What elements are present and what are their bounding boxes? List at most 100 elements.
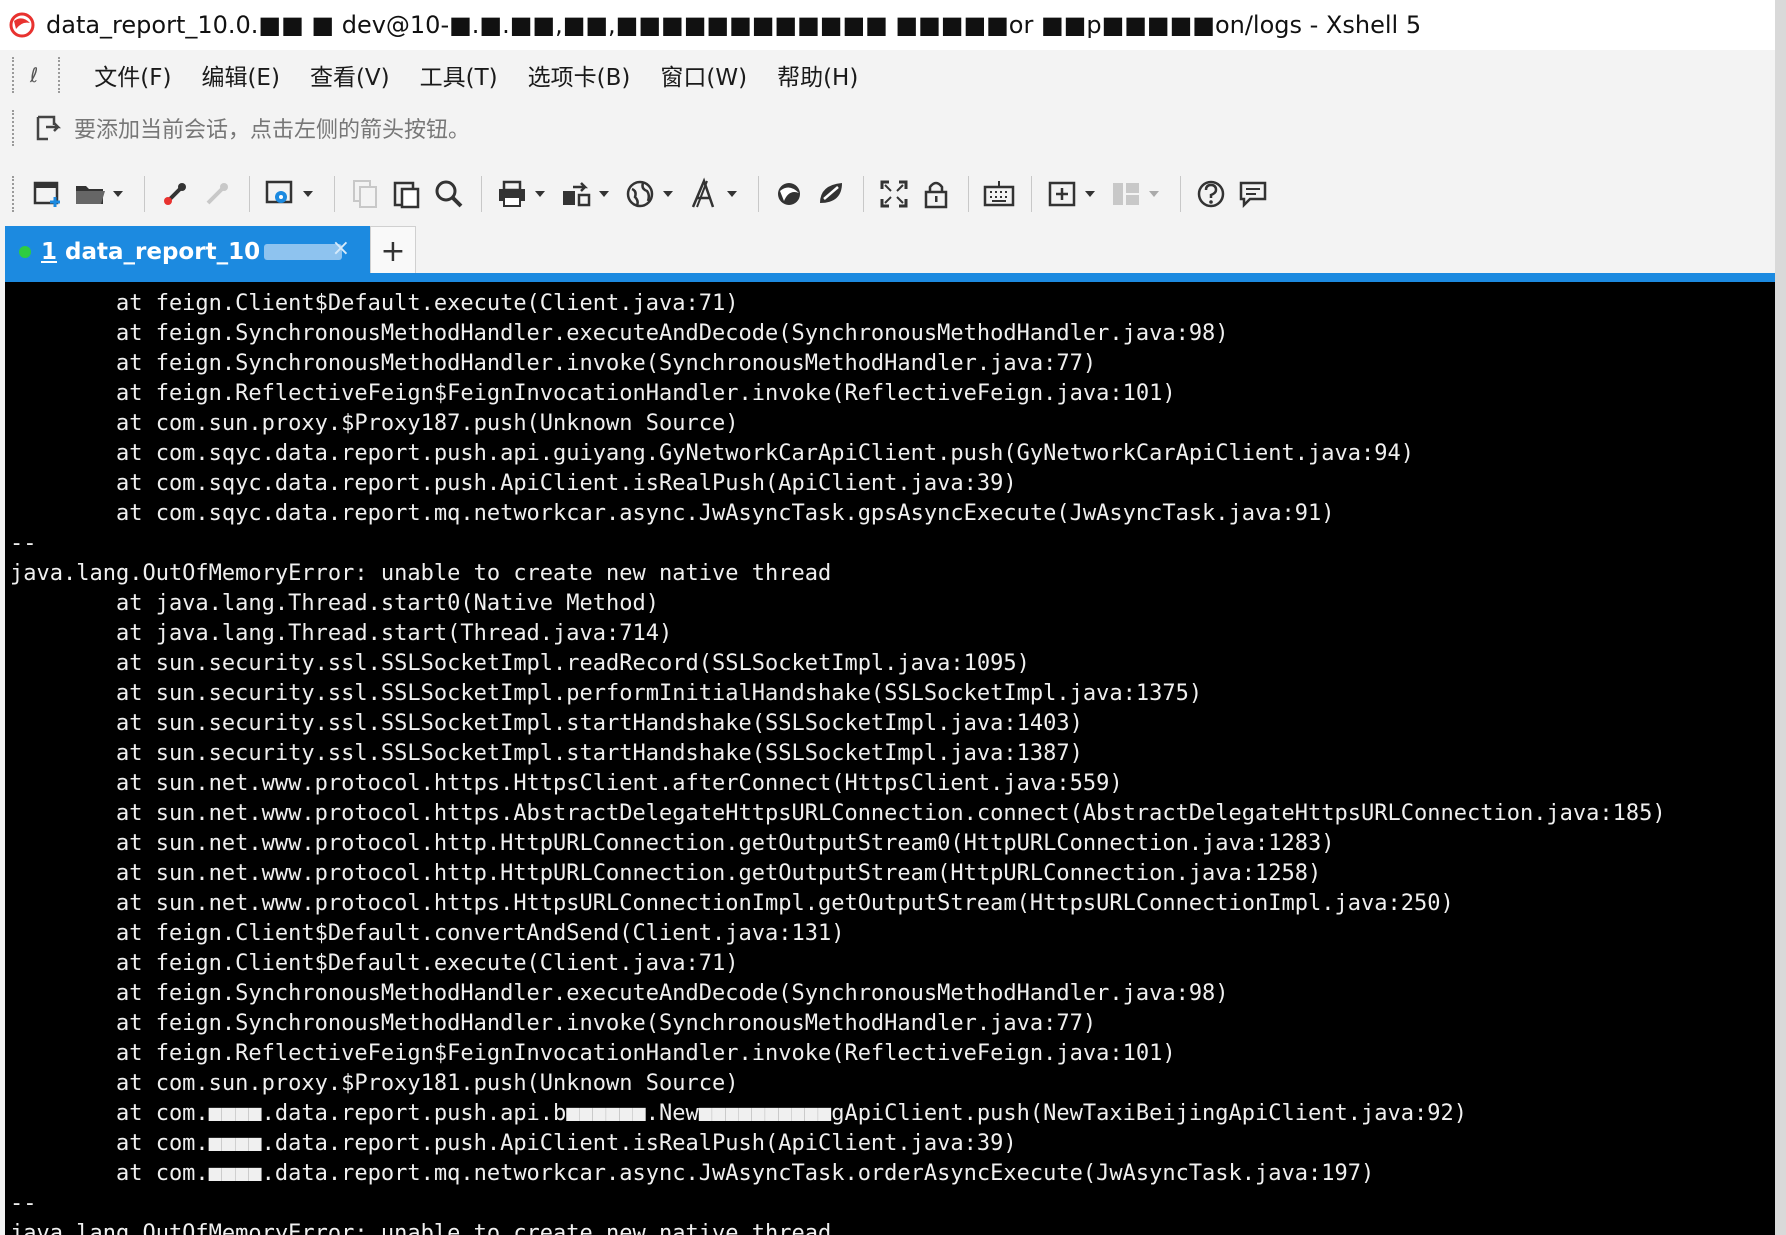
terminal-line: at feign.ReflectiveFeign$FeignInvocation… [10,1041,1176,1066]
open-dropdown-icon[interactable] [112,172,126,216]
feedback-icon[interactable] [1233,172,1273,216]
terminal-line: at com.■■■■.data.report.push.api.b■■■■■■… [10,1101,1467,1126]
terminal-line: at feign.Client$Default.execute(Client.j… [10,291,739,316]
terminal-line: -- [10,1191,37,1216]
add-compose-icon[interactable] [1042,172,1082,216]
terminal-line: at sun.security.ssl.SSLSocketImpl.perfor… [10,681,1203,706]
terminal-line: at com.sun.proxy.$Proxy187.push(Unknown … [10,411,739,436]
menu-help[interactable]: 帮助(H) [765,54,870,96]
print-icon[interactable] [492,172,532,216]
terminal-line: at sun.net.www.protocol.https.HttpsURLCo… [10,891,1454,916]
terminal-line: -- [10,531,37,556]
terminal-line: at feign.SynchronousMethodHandler.execut… [10,321,1229,346]
terminal-line: at com.■■■■.data.report.mq.networkcar.as… [10,1161,1375,1186]
terminal-view[interactable]: at feign.Client$Default.execute(Client.j… [5,282,1775,1235]
globe-icon[interactable] [620,172,660,216]
disconnect-icon[interactable] [197,172,237,216]
terminal-line: at sun.net.www.protocol.https.HttpsClien… [10,771,1123,796]
transfer-icon[interactable] [556,172,596,216]
menu-file[interactable]: 文件(F) [82,54,183,96]
add-compose-dropdown-icon[interactable] [1084,172,1098,216]
terminal-line: at java.lang.Thread.start(Thread.java:71… [10,621,673,646]
terminal-line: at com.sqyc.data.report.push.ApiClient.i… [10,471,1017,496]
paste-icon[interactable] [387,172,427,216]
menu-tools[interactable]: 工具(T) [408,54,510,96]
terminal-line: at com.sun.proxy.$Proxy181.push(Unknown … [10,1071,739,1096]
copy-icon[interactable] [345,172,385,216]
open-folder-icon[interactable] [70,172,110,216]
keyboard-icon[interactable] [979,172,1019,216]
xagent-icon[interactable] [811,172,851,216]
toolbar [0,166,1780,222]
terminal-line: at feign.SynchronousMethodHandler.invoke… [10,1011,1097,1036]
toolbar-separator [144,176,145,212]
terminal-line: java.lang.OutOfMemoryError: unable to cr… [10,1221,832,1235]
xshell-window: data_report_10.0.■■ ■ dev@10-■.■.■■,■■,■… [0,0,1780,1235]
menubar-grip-2[interactable] [58,57,62,93]
terminal-line: at com.sqyc.data.report.push.api.guiyang… [10,441,1414,466]
terminal-line: at feign.SynchronousMethodHandler.invoke… [10,351,1097,376]
terminal-line: at java.lang.Thread.start0(Native Method… [10,591,660,616]
properties-dropdown-icon[interactable] [302,172,316,216]
session-tab-name: data_report_10 [65,238,261,265]
layout-icon[interactable] [1106,172,1146,216]
font-icon[interactable] [684,172,724,216]
transfer-dropdown-icon[interactable] [598,172,612,216]
toolbar-separator [1031,176,1032,212]
close-tab-icon[interactable]: × [332,236,350,261]
menubar-grip[interactable] [12,57,16,93]
menu-edit[interactable]: 编辑(E) [189,54,291,96]
quick-command-label[interactable]: ℓ [30,63,38,87]
xftp-icon[interactable] [769,172,809,216]
tab-underline [5,273,1775,282]
terminal-line: at sun.net.www.protocol.http.HttpURLConn… [10,861,1322,886]
terminal-line: at feign.Client$Default.convertAndSend(C… [10,921,845,946]
terminal-line: at sun.security.ssl.SSLSocketImpl.startH… [10,741,1083,766]
tab-bar: 1 data_report_10 × + [0,226,1780,277]
new-session-icon[interactable] [28,172,68,216]
terminal-line: at sun.security.ssl.SSLSocketImpl.readRe… [10,651,1030,676]
toolbar-separator [481,176,482,212]
session-hint-text: 要添加当前会话，点击左侧的箭头按钮。 [74,118,471,143]
desktop-background [1775,0,1786,1235]
terminal-line: at sun.net.www.protocol.https.AbstractDe… [10,801,1666,826]
toolbar-separator [758,176,759,212]
new-tab-button[interactable]: + [370,226,416,276]
session-tab[interactable]: 1 data_report_10 × [5,226,370,277]
font-dropdown-icon[interactable] [726,172,740,216]
menu-bar: ℓ 文件(F) 编辑(E) 查看(V) 工具(T) 选项卡(B) 窗口(W) 帮… [0,50,1780,100]
terminal-line: java.lang.OutOfMemoryError: unable to cr… [10,561,832,586]
terminal-output: at feign.Client$Default.execute(Client.j… [10,289,1666,1235]
title-bar: data_report_10.0.■■ ■ dev@10-■.■.■■,■■,■… [0,0,1780,50]
redacted-text [264,243,343,260]
connect-icon[interactable] [155,172,195,216]
help-icon[interactable] [1191,172,1231,216]
toolbar-separator [1180,176,1181,212]
xshell-logo-icon [9,12,35,38]
lock-icon[interactable] [916,172,956,216]
fullscreen-icon[interactable] [874,172,914,216]
window-title: data_report_10.0.■■ ■ dev@10-■.■.■■,■■,■… [46,11,1422,39]
add-session-arrow-icon[interactable] [34,113,64,143]
session-tab-index: 1 [41,238,58,265]
menu-window[interactable]: 窗口(W) [648,54,759,96]
session-bar: 要添加当前会话，点击左侧的箭头按钮。 [0,100,1780,156]
menu-view[interactable]: 查看(V) [298,54,402,96]
connection-status-icon [19,245,31,258]
menu-tabs[interactable]: 选项卡(B) [516,54,643,96]
terminal-line: at feign.SynchronousMethodHandler.execut… [10,981,1229,1006]
terminal-line: at feign.Client$Default.execute(Client.j… [10,951,739,976]
toolbar-separator [249,176,250,212]
find-icon[interactable] [429,172,469,216]
toolbar-separator [334,176,335,212]
sessionbar-grip[interactable] [12,110,16,146]
toolbar-separator [863,176,864,212]
toolbar-separator [968,176,969,212]
properties-icon[interactable] [260,172,300,216]
print-dropdown-icon[interactable] [534,172,548,216]
toolbar-grip[interactable] [12,176,16,212]
terminal-line: at feign.ReflectiveFeign$FeignInvocation… [10,381,1176,406]
globe-dropdown-icon[interactable] [662,172,676,216]
terminal-line: at sun.net.www.protocol.http.HttpURLConn… [10,831,1335,856]
layout-dropdown-icon[interactable] [1148,172,1162,216]
